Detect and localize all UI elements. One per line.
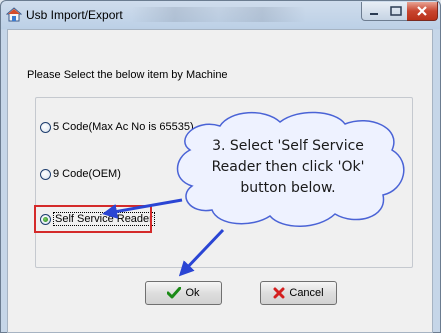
checkmark-icon [167,287,182,299]
highlight-rectangle [34,205,152,233]
callout-text: 3. Select 'Self Service Reader then clic… [190,136,386,199]
minimize-icon [370,13,378,15]
callout-line-2: Reader then click 'Ok' [211,159,365,175]
close-button[interactable] [407,2,438,21]
usb-app-icon [6,7,22,22]
callout-line-1: 3. Select 'Self Service [212,138,364,154]
window-title: Usb Import/Export [26,8,123,22]
ok-button-label: Ok [185,287,200,299]
cancel-button-label: Cancel [289,287,324,299]
option-9-code-label[interactable]: 9 Code(OEM) [53,168,121,180]
x-mark-icon [273,287,285,299]
maximize-icon [390,6,402,16]
background-tabs [131,7,306,22]
option-9-code[interactable]: 9 Code(OEM) [40,168,121,180]
minimize-button[interactable] [361,2,387,21]
callout-line-3: button below. [240,180,336,196]
instruction-label: Please Select the below item by Machine [27,69,228,81]
cancel-button[interactable]: Cancel [260,281,337,305]
close-icon [417,6,427,16]
radio-9-code[interactable] [40,168,51,180]
title-bar[interactable]: Usb Import/Export [1,1,440,28]
maximize-button[interactable] [385,2,408,21]
radio-5-code[interactable] [40,121,51,133]
ok-button[interactable]: Ok [145,281,222,305]
